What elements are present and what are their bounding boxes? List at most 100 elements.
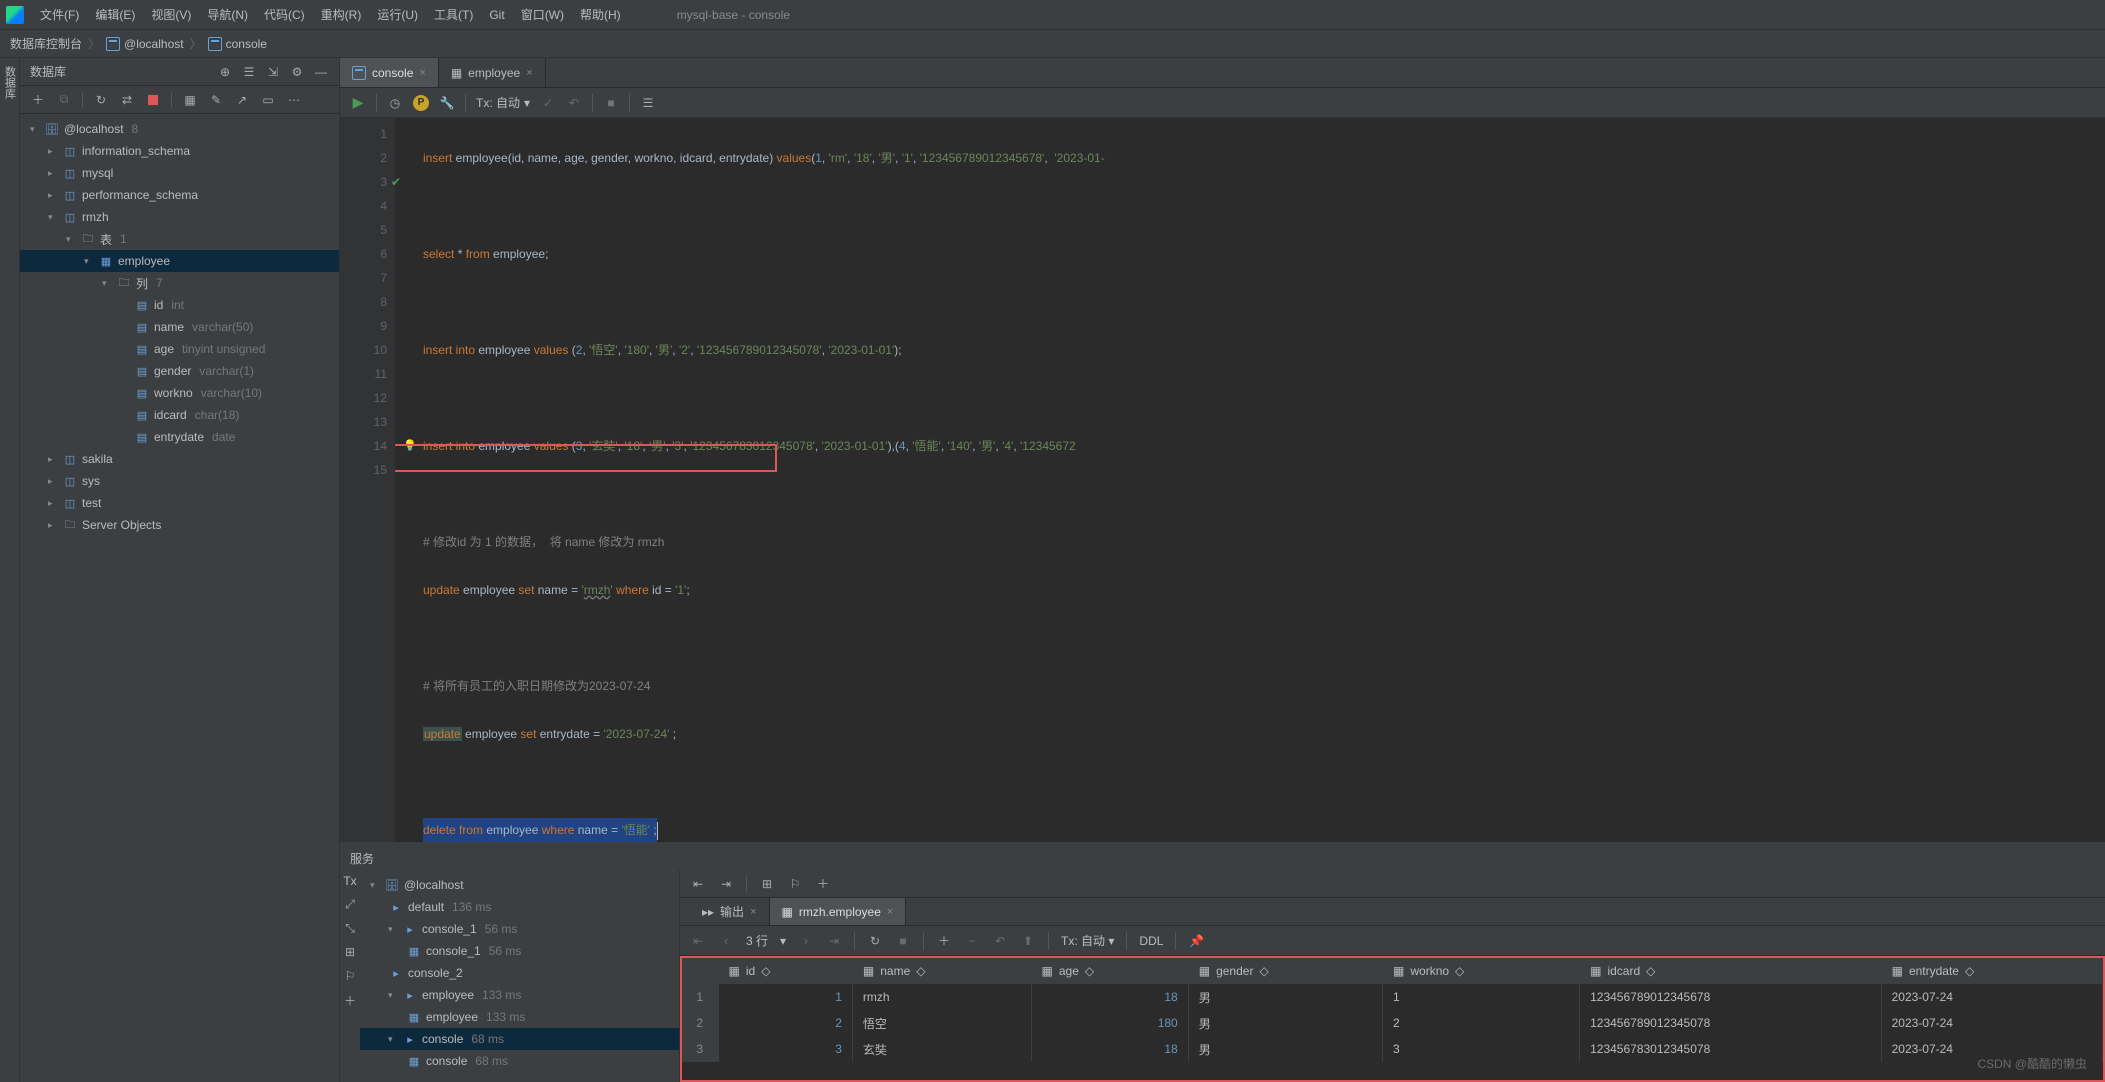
tree-tables[interactable]: 表 xyxy=(100,231,112,248)
settings-icon[interactable]: ☰ xyxy=(640,95,656,111)
menu-navigate[interactable]: 导航(N) xyxy=(207,6,248,23)
menu-tools[interactable]: 工具(T) xyxy=(434,6,473,23)
chevron-down-icon[interactable]: ▾ xyxy=(780,934,786,948)
tree-schema[interactable]: test xyxy=(82,496,101,510)
prev-icon[interactable]: ‹ xyxy=(718,933,734,949)
code-area[interactable]: insert employee(id, name, age, gender, w… xyxy=(395,118,2105,842)
menu-git[interactable]: Git xyxy=(489,8,504,22)
gear-icon[interactable]: ⚙ xyxy=(289,64,305,80)
add-icon[interactable]: ＋ xyxy=(342,992,358,1008)
tree-schema[interactable]: sys xyxy=(82,474,100,488)
tree-col[interactable]: entrydate xyxy=(154,430,204,444)
expand-icon[interactable]: ⤢ xyxy=(342,896,358,912)
svc-tab-result[interactable]: ▦rmzh.employee× xyxy=(770,898,907,925)
menu-edit[interactable]: 编辑(E) xyxy=(95,6,135,23)
rollback-icon[interactable]: ↶ xyxy=(566,95,582,111)
services-tree[interactable]: ▾🗄@localhost ▸default136 ms ▾▸console_15… xyxy=(360,870,679,1082)
tree-host[interactable]: @localhost xyxy=(64,122,124,136)
revert-icon[interactable]: ↶ xyxy=(992,933,1008,949)
database-tool-tab[interactable]: 数据库 xyxy=(2,60,18,105)
reload-icon[interactable]: ↻ xyxy=(867,933,883,949)
layout-icon[interactable]: ⊞ xyxy=(759,876,775,892)
target-icon[interactable]: ⊕ xyxy=(217,64,233,80)
next-icon[interactable]: › xyxy=(798,933,814,949)
edit-icon[interactable]: ✎ xyxy=(208,92,224,108)
add-icon[interactable]: ＋ xyxy=(30,92,46,108)
menu-code[interactable]: 代码(C) xyxy=(264,6,305,23)
menu-window[interactable]: 窗口(W) xyxy=(521,6,564,23)
group-icon[interactable]: ⊞ xyxy=(342,944,358,960)
outdent-icon[interactable]: ⇥ xyxy=(718,876,734,892)
pin-icon[interactable]: 📌 xyxy=(1188,933,1204,949)
pin-icon[interactable]: ⚐ xyxy=(787,876,803,892)
explain-icon[interactable]: P xyxy=(413,95,429,111)
breadcrumb-console[interactable]: console xyxy=(208,37,267,51)
tree-col[interactable]: name xyxy=(154,320,184,334)
wrench-icon[interactable]: 🔧 xyxy=(439,95,455,111)
table-row[interactable]: 22悟空180男21234567890123450782023-07-24 xyxy=(682,1010,2103,1036)
tree-schema[interactable]: performance_schema xyxy=(82,188,198,202)
menu-view[interactable]: 视图(V) xyxy=(151,6,191,23)
sidebar-toolbar: ＋ ⧉ ↻ ⇄ ▦ ✎ ↗ ▭ ⋯ xyxy=(20,86,339,114)
remove-row-icon[interactable]: − xyxy=(964,933,980,949)
close-icon[interactable]: × xyxy=(526,67,532,79)
sql-icon[interactable]: ▭ xyxy=(260,92,276,108)
tab-console[interactable]: console× xyxy=(340,58,439,87)
tx-icon[interactable]: Tx xyxy=(343,874,356,888)
table-icon[interactable]: ▦ xyxy=(182,92,198,108)
menu-help[interactable]: 帮助(H) xyxy=(580,6,621,23)
tree-schema[interactable]: information_schema xyxy=(82,144,190,158)
tree-table-employee[interactable]: employee xyxy=(118,254,170,268)
tree-col[interactable]: age xyxy=(154,342,174,356)
more-icon[interactable]: ⋯ xyxy=(286,92,302,108)
indent-icon[interactable]: ⇤ xyxy=(690,876,706,892)
stop-icon[interactable] xyxy=(145,92,161,108)
tx-select[interactable]: Tx: 自动 ▾ xyxy=(1061,932,1114,949)
menu-refactor[interactable]: 重构(R) xyxy=(321,6,362,23)
tree-col[interactable]: idcard xyxy=(154,408,187,422)
tx-mode-select[interactable]: Tx: 自动 ▾ xyxy=(476,94,530,111)
database-tree[interactable]: ▾🗄@localhost8 ▸◫information_schema ▸◫mys… xyxy=(20,114,339,1082)
history-icon[interactable]: ◷ xyxy=(387,95,403,111)
svc-tab-output[interactable]: ▸▸输出× xyxy=(690,898,770,925)
breadcrumb-root[interactable]: 数据库控制台 xyxy=(10,35,82,52)
add-row-icon[interactable]: ＋ xyxy=(936,933,952,949)
table-row[interactable]: 33玄奘18男31234567830123450782023-07-24 xyxy=(682,1036,2103,1062)
menu-file[interactable]: 文件(F) xyxy=(40,6,79,23)
submit-icon[interactable]: ⬆ xyxy=(1020,933,1036,949)
bookmark-icon[interactable]: ⚐ xyxy=(342,968,358,984)
tree-col[interactable]: id xyxy=(154,298,163,312)
result-grid[interactable]: ▦ id ◇ ▦ name ◇ ▦ age ◇ ▦ gender ◇ ▦ wor… xyxy=(680,956,2105,1082)
copy-icon[interactable]: ⧉ xyxy=(56,92,72,108)
tree-col[interactable]: gender xyxy=(154,364,191,378)
menu-run[interactable]: 运行(U) xyxy=(377,6,418,23)
tab-employee[interactable]: ▦employee× xyxy=(439,58,546,87)
tree-schema-rmzh[interactable]: rmzh xyxy=(82,210,109,224)
collapse-icon[interactable]: ⤡ xyxy=(342,920,358,936)
breadcrumb-host[interactable]: @localhost xyxy=(106,37,184,51)
play-icon[interactable]: ▶ xyxy=(350,95,366,111)
stop-icon[interactable]: ■ xyxy=(895,933,911,949)
collapse-icon[interactable]: ⇲ xyxy=(265,64,281,80)
add-icon[interactable]: ＋ xyxy=(815,876,831,892)
tree-columns[interactable]: 列 xyxy=(136,275,148,292)
table-row[interactable]: 11rmzh18男11234567890123456782023-07-24 xyxy=(682,984,2103,1010)
commit-icon[interactable]: ✓ xyxy=(540,95,556,111)
svc-left-toolbar: Tx ⤢ ⤡ ⊞ ⚐ ＋ xyxy=(340,870,360,1082)
last-icon[interactable]: ⇥ xyxy=(826,933,842,949)
tree-schema[interactable]: sakila xyxy=(82,452,113,466)
ddl-button[interactable]: DDL xyxy=(1139,934,1163,948)
tree-schema[interactable]: mysql xyxy=(82,166,113,180)
tree-col[interactable]: workno xyxy=(154,386,193,400)
close-icon[interactable]: × xyxy=(419,67,425,79)
stop-icon[interactable]: ■ xyxy=(603,95,619,111)
first-icon[interactable]: ⇤ xyxy=(690,933,706,949)
refresh-icon[interactable]: ↻ xyxy=(93,92,109,108)
tree-server-objects[interactable]: Server Objects xyxy=(82,518,161,532)
minimize-icon[interactable]: — xyxy=(313,64,329,80)
code-editor[interactable]: 123✔4567891011121314💡15 insert employee(… xyxy=(340,118,2105,842)
filter-icon[interactable]: ☰ xyxy=(241,64,257,80)
console-icon xyxy=(208,37,222,51)
sync-icon[interactable]: ⇄ xyxy=(119,92,135,108)
jump-icon[interactable]: ↗ xyxy=(234,92,250,108)
